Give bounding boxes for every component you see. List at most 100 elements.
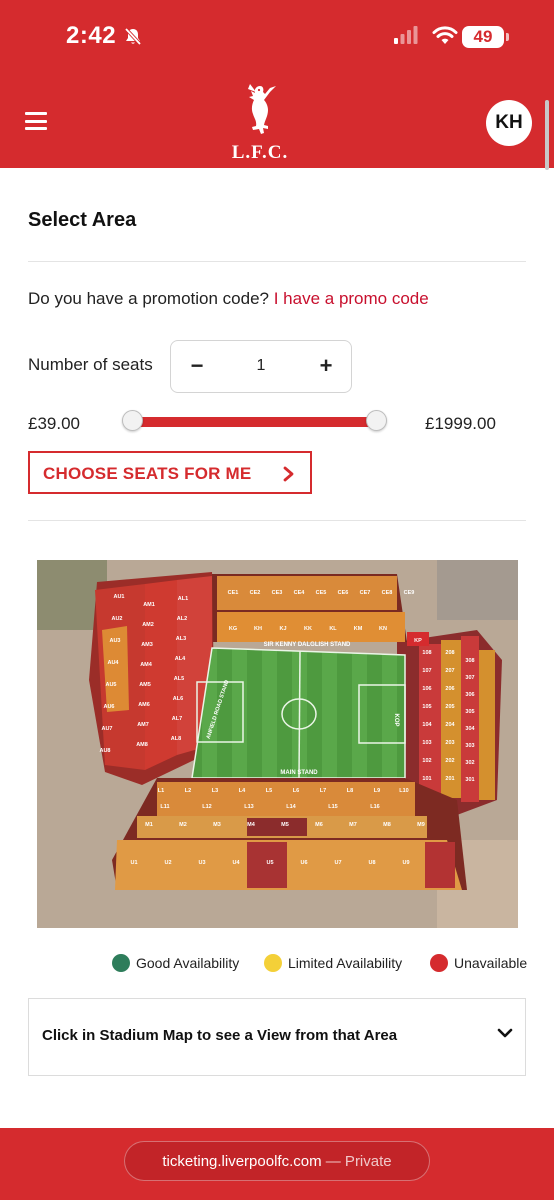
section-label-u3[interactable]: U3 bbox=[198, 860, 205, 866]
section-label-u2[interactable]: U2 bbox=[164, 860, 171, 866]
section-label-301[interactable]: 301 bbox=[465, 777, 474, 783]
section-label-l12[interactable]: L12 bbox=[202, 804, 211, 810]
section-label-307[interactable]: 307 bbox=[465, 675, 474, 681]
promo-code-link[interactable]: I have a promo code bbox=[274, 289, 429, 308]
section-label-l2[interactable]: L2 bbox=[185, 788, 191, 794]
section-label-305[interactable]: 305 bbox=[465, 709, 474, 715]
section-label-kj[interactable]: KJ bbox=[279, 626, 286, 632]
section-label-l16[interactable]: L16 bbox=[370, 804, 379, 810]
section-label-306[interactable]: 306 bbox=[465, 692, 474, 698]
section-label-al4[interactable]: AL4 bbox=[175, 656, 186, 662]
section-label-308[interactable]: 308 bbox=[465, 658, 474, 664]
section-label-l6[interactable]: L6 bbox=[293, 788, 299, 794]
section-label-al6[interactable]: AL6 bbox=[173, 696, 183, 702]
section-label-l8[interactable]: L8 bbox=[347, 788, 353, 794]
section-label-kp[interactable]: KP bbox=[414, 638, 422, 644]
section-label-u5[interactable]: U5 bbox=[266, 860, 273, 866]
section-label-au8[interactable]: AU8 bbox=[99, 748, 110, 754]
stadium-map[interactable]: SIR KENNY DALGLISH STAND MAIN STAND ANFI… bbox=[37, 560, 518, 928]
section-label-304[interactable]: 304 bbox=[465, 726, 475, 732]
section-label-l10[interactable]: L10 bbox=[399, 788, 408, 794]
section-label-m8[interactable]: M8 bbox=[383, 822, 391, 828]
section-label-ce1[interactable]: CE1 bbox=[228, 590, 239, 596]
section-label-u6[interactable]: U6 bbox=[300, 860, 307, 866]
section-label-l15[interactable]: L15 bbox=[328, 804, 337, 810]
price-range-track[interactable] bbox=[132, 417, 376, 427]
price-min-handle[interactable] bbox=[121, 410, 143, 431]
view-from-area-accordion[interactable]: Click in Stadium Map to see a View from … bbox=[28, 998, 526, 1076]
section-label-kh[interactable]: KH bbox=[254, 626, 262, 632]
decrease-seats-button[interactable]: − bbox=[182, 353, 212, 381]
section-label-104[interactable]: 104 bbox=[422, 722, 432, 728]
section-label-kg[interactable]: KG bbox=[229, 626, 237, 632]
section-label-am6[interactable]: AM6 bbox=[138, 702, 150, 708]
section-label-ce6[interactable]: CE6 bbox=[338, 590, 349, 596]
section-label-au2[interactable]: AU2 bbox=[111, 616, 122, 622]
section-label-l14[interactable]: L14 bbox=[286, 804, 296, 810]
price-max-handle[interactable] bbox=[365, 410, 387, 431]
section-label-km[interactable]: KM bbox=[354, 626, 363, 632]
section-label-106[interactable]: 106 bbox=[422, 686, 431, 692]
section-label-au7[interactable]: AU7 bbox=[101, 726, 112, 732]
section-label-kk[interactable]: KK bbox=[304, 626, 312, 632]
section-label-ce4[interactable]: CE4 bbox=[294, 590, 306, 596]
section-label-l9[interactable]: L9 bbox=[374, 788, 380, 794]
section-label-201[interactable]: 201 bbox=[445, 776, 454, 782]
section-label-m3[interactable]: M3 bbox=[213, 822, 221, 828]
section-label-m4[interactable]: M4 bbox=[247, 822, 256, 828]
section-label-205[interactable]: 205 bbox=[445, 704, 454, 710]
section-label-al2[interactable]: AL2 bbox=[177, 616, 187, 622]
section-label-m2[interactable]: M2 bbox=[179, 822, 187, 828]
section-label-108[interactable]: 108 bbox=[422, 650, 431, 656]
scrollbar[interactable] bbox=[545, 100, 549, 170]
lfc-logo[interactable]: L.F.C. bbox=[232, 82, 288, 163]
section-label-al8[interactable]: AL8 bbox=[171, 736, 181, 742]
section-label-107[interactable]: 107 bbox=[422, 668, 431, 674]
section-label-l5[interactable]: L5 bbox=[266, 788, 272, 794]
section-label-al7[interactable]: AL7 bbox=[172, 716, 182, 722]
section-label-m9[interactable]: M9 bbox=[417, 822, 425, 828]
section-label-am5[interactable]: AM5 bbox=[139, 682, 151, 688]
section-label-206[interactable]: 206 bbox=[445, 686, 454, 692]
section-label-102[interactable]: 102 bbox=[422, 758, 431, 764]
section-label-m5[interactable]: M5 bbox=[281, 822, 289, 828]
section-label-m1[interactable]: M1 bbox=[145, 822, 153, 828]
section-label-l3[interactable]: L3 bbox=[212, 788, 218, 794]
section-label-l7[interactable]: L7 bbox=[320, 788, 326, 794]
section-label-l4[interactable]: L4 bbox=[239, 788, 246, 794]
section-label-ce8[interactable]: CE8 bbox=[382, 590, 393, 596]
hamburger-menu-icon[interactable] bbox=[25, 112, 47, 130]
section-label-207[interactable]: 207 bbox=[445, 668, 454, 674]
section-label-303[interactable]: 303 bbox=[465, 743, 474, 749]
choose-seats-button[interactable]: CHOOSE SEATS FOR ME bbox=[28, 451, 312, 494]
section-label-al5[interactable]: AL5 bbox=[174, 676, 184, 682]
section-label-m7[interactable]: M7 bbox=[349, 822, 357, 828]
section-label-202[interactable]: 202 bbox=[445, 758, 454, 764]
section-label-au4[interactable]: AU4 bbox=[107, 660, 119, 666]
section-label-l13[interactable]: L13 bbox=[244, 804, 253, 810]
section-label-au6[interactable]: AU6 bbox=[103, 704, 114, 710]
section-label-105[interactable]: 105 bbox=[422, 704, 431, 710]
section-label-l11[interactable]: L11 bbox=[160, 804, 169, 810]
section-label-au1[interactable]: AU1 bbox=[113, 594, 124, 600]
section-label-203[interactable]: 203 bbox=[445, 740, 454, 746]
section-label-ce2[interactable]: CE2 bbox=[250, 590, 261, 596]
section-label-m6[interactable]: M6 bbox=[315, 822, 323, 828]
user-avatar[interactable]: KH bbox=[486, 100, 532, 146]
section-label-am8[interactable]: AM8 bbox=[136, 742, 148, 748]
section-label-u4[interactable]: U4 bbox=[232, 860, 240, 866]
section-label-ce7[interactable]: CE7 bbox=[360, 590, 371, 596]
section-label-am2[interactable]: AM2 bbox=[142, 622, 154, 628]
section-label-am4[interactable]: AM4 bbox=[140, 662, 153, 668]
u9-section[interactable] bbox=[425, 842, 455, 888]
section-label-101[interactable]: 101 bbox=[422, 776, 431, 782]
section-label-204[interactable]: 204 bbox=[445, 722, 455, 728]
section-label-u1[interactable]: U1 bbox=[130, 860, 137, 866]
section-label-208[interactable]: 208 bbox=[445, 650, 454, 656]
section-label-ce5[interactable]: CE5 bbox=[316, 590, 327, 596]
section-label-au3[interactable]: AU3 bbox=[109, 638, 120, 644]
section-label-au5[interactable]: AU5 bbox=[105, 682, 116, 688]
seat-count-value[interactable]: 1 bbox=[231, 357, 291, 375]
section-label-am3[interactable]: AM3 bbox=[141, 642, 153, 648]
section-label-u9[interactable]: U9 bbox=[402, 860, 409, 866]
